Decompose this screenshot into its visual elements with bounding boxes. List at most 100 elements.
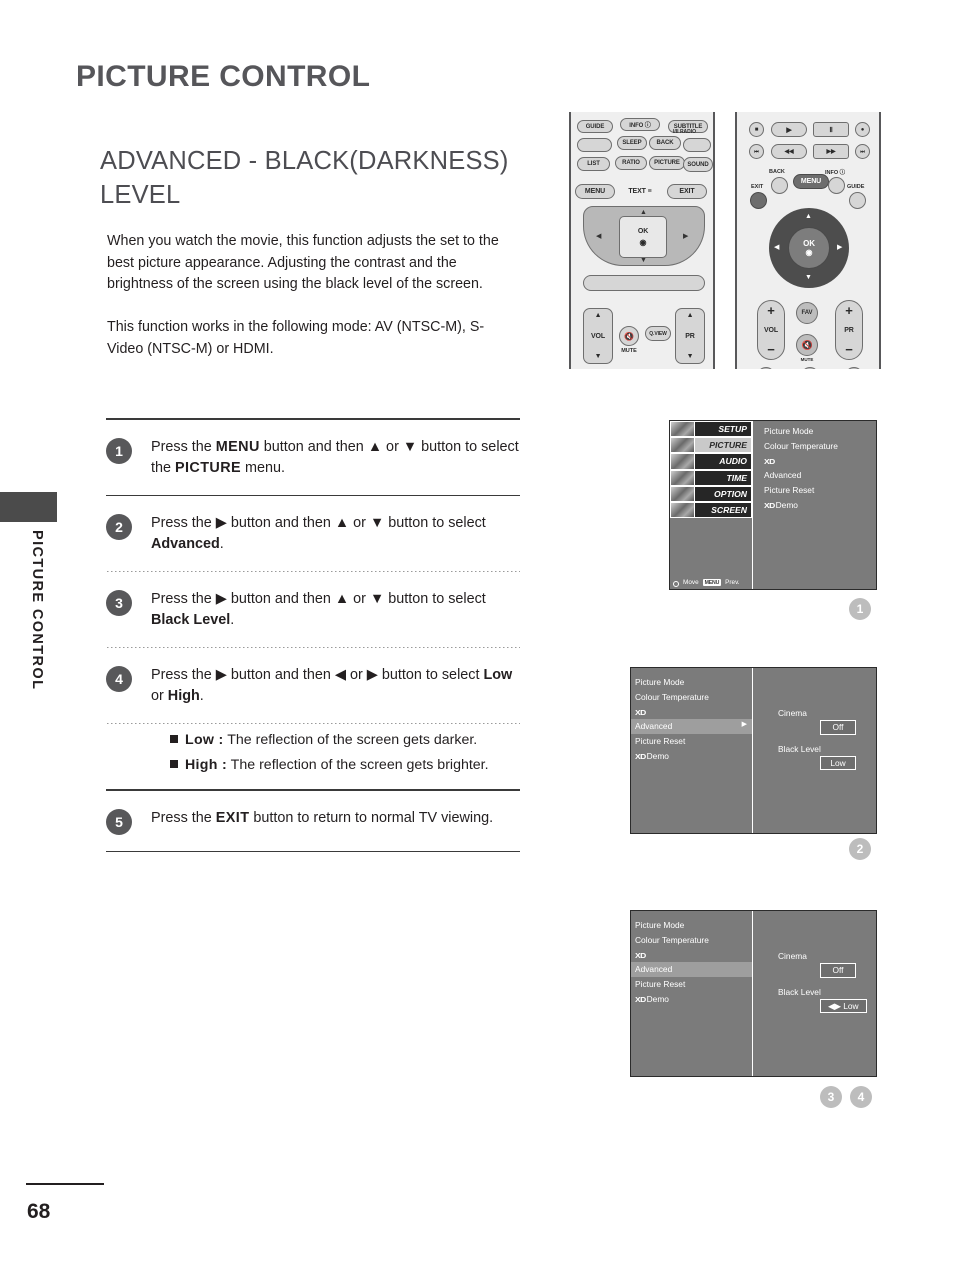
osd-menu-item[interactable]: XD Demo	[760, 498, 876, 513]
remote-sound-button[interactable]: SOUND	[683, 157, 713, 172]
remote-right-icon-r[interactable]: ▶	[837, 244, 842, 251]
remote-vol-up-icon[interactable]: ▲	[595, 312, 602, 319]
remote-guide-button-r[interactable]	[849, 192, 866, 209]
remote-play-button[interactable]: ▶	[771, 122, 807, 137]
remote-vol-rocker[interactable]: ▲ VOL ▼	[583, 308, 613, 364]
osd-menu-item[interactable]: XD	[631, 705, 752, 720]
osd-menu-item-label: Picture Reset	[635, 736, 686, 747]
remote-ok-button[interactable]: OK ◉	[619, 216, 667, 258]
remote-left-icon[interactable]: ◀	[596, 233, 601, 240]
remote-info-button-r[interactable]	[828, 177, 845, 194]
osd-menu-item[interactable]: Colour Temperature	[631, 933, 752, 948]
bullet-term: Low :	[185, 732, 224, 749]
osd1-tab-audio[interactable]: AUDIO	[670, 453, 752, 470]
osd-menu-item[interactable]: XD	[760, 454, 876, 469]
remote-ok-button-r[interactable]: OK ◉	[788, 227, 830, 269]
remote-next-track-button[interactable]: ⏭	[855, 144, 870, 159]
osd-menu-item-label: Picture Reset	[635, 979, 686, 990]
remote-down-icon-r[interactable]: ▼	[805, 274, 812, 281]
remote-pause-button[interactable]: Ⅱ	[813, 122, 849, 137]
remote-stop-button[interactable]: ■	[749, 122, 764, 137]
remote-numpad-2[interactable]	[801, 367, 819, 369]
remote-fastforward-button[interactable]: ▶▶	[813, 144, 849, 159]
remote-prev-track-button[interactable]: ⏮	[749, 144, 764, 159]
osd-menu-item-label: Picture Mode	[635, 920, 685, 930]
remote-vol-rocker-r[interactable]: + VOL −	[757, 300, 785, 360]
step-badge-2: 2	[106, 514, 132, 541]
remote-guide-button[interactable]: GUIDE	[577, 120, 613, 133]
remote-pr-rocker-r[interactable]: + PR −	[835, 300, 863, 360]
remote-exit-button-r[interactable]	[750, 192, 767, 209]
osd3-cinema-value[interactable]: Off	[820, 963, 856, 978]
section-title: ADVANCED - BLACK(DARKNESS) LEVEL	[100, 147, 509, 209]
intro-paragraph-1: When you watch the movie, this function …	[107, 233, 499, 293]
remote-ratio-button[interactable]: RATIO	[615, 156, 647, 170]
remote-wide-bar-button[interactable]	[583, 275, 705, 291]
remote-rewind-button[interactable]: ◀◀	[771, 144, 807, 159]
osd1-move-label: Move	[683, 579, 699, 586]
remote-up-icon-r[interactable]: ▲	[805, 213, 812, 220]
remote-menu-button-r[interactable]: MENU	[793, 174, 829, 189]
osd-menu-item[interactable]: XD	[631, 948, 752, 963]
osd2-cinema-value[interactable]: Off	[820, 720, 856, 735]
osd3-cinema-value-wrap: Off	[754, 963, 876, 978]
remote-left-icon-r[interactable]: ◀	[774, 244, 779, 251]
osd-menu-item[interactable]: Advanced	[631, 962, 752, 978]
remote-numpad-3[interactable]	[845, 367, 863, 369]
remote-text-button[interactable]: TEXT ≡	[619, 184, 661, 199]
remote-numpad-1[interactable]	[757, 367, 775, 369]
osd-menu-item[interactable]: Picture Reset	[631, 734, 752, 749]
remote-info-button[interactable]: INFO ⓘ	[620, 118, 660, 131]
osd-menu-item[interactable]: Picture Reset	[631, 977, 752, 992]
bullet-desc: The reflection of the screen gets darker…	[223, 732, 478, 749]
osd-menu-item[interactable]: Advanced ▶	[631, 719, 752, 735]
remote-up-icon[interactable]: ▲	[640, 209, 647, 216]
remote-pr-plus-icon[interactable]: +	[845, 303, 853, 318]
osd1-tab-setup[interactable]: SETUP	[670, 421, 752, 438]
osd1-tab-time[interactable]: TIME	[670, 469, 752, 486]
remote-record-button[interactable]: ●	[855, 122, 870, 137]
osd-menu-item[interactable]: Picture Reset	[760, 483, 876, 498]
osd-menu-item[interactable]: XD Demo	[631, 992, 752, 1007]
osd-menu-item[interactable]: Advanced	[760, 468, 876, 483]
osd1-tab-picture[interactable]: PICTURE	[670, 437, 752, 454]
remote-exit-button[interactable]: EXIT	[667, 184, 707, 199]
remote-vol-minus-icon[interactable]: −	[767, 342, 775, 357]
remote-right-icon[interactable]: ▶	[683, 233, 688, 240]
chapter-title: PICTURE CONTROL	[76, 60, 371, 93]
osd-menu-item[interactable]: Colour Temperature	[760, 439, 876, 454]
remote-vol-down-icon[interactable]: ▼	[595, 353, 602, 360]
remote-pr-minus-icon[interactable]: −	[845, 342, 853, 357]
remote-qview-button[interactable]: Q.VIEW	[645, 326, 671, 341]
remote-sleep-button[interactable]: SLEEP	[617, 136, 647, 150]
remote-pr-rocker[interactable]: ▲ PR ▼	[675, 308, 705, 364]
remote-list-button[interactable]: LIST	[577, 157, 610, 171]
step-badge-4: 4	[106, 666, 132, 693]
osd-menu-item[interactable]: Picture Mode	[631, 675, 752, 690]
remote-back-button-r[interactable]	[771, 177, 788, 194]
osd1-tab-thumbnail-icon	[670, 501, 694, 519]
remote-vol-plus-icon[interactable]: +	[767, 303, 775, 318]
remote-mute-button[interactable]: 🔇	[619, 326, 639, 346]
osd3-black-level-value[interactable]: ◀▶ Low	[820, 998, 867, 1014]
osd-menu-item[interactable]: Picture Mode	[631, 918, 752, 933]
osd2-black-level-value[interactable]: Low	[820, 755, 856, 771]
step-badge-5: 5	[106, 808, 132, 835]
remote-fav-button[interactable]: FAV	[796, 302, 818, 324]
osd-menu-item[interactable]: Picture Mode	[760, 424, 876, 439]
remote-back-button[interactable]: BACK	[649, 136, 681, 150]
remote-pr-down-icon[interactable]: ▼	[687, 353, 694, 360]
osd-menu-item[interactable]: XD Demo	[631, 749, 752, 764]
remote-menu-button[interactable]: MENU	[575, 184, 615, 199]
remote-radio-button[interactable]	[683, 138, 711, 152]
step-divider-5	[106, 850, 520, 853]
osd1-tab-screen[interactable]: SCREEN	[670, 501, 752, 519]
remote-blank-left-button[interactable]	[577, 138, 612, 152]
remote-down-icon[interactable]: ▼	[640, 257, 647, 264]
osd-menu-item[interactable]: Colour Temperature	[631, 690, 752, 705]
remote-picture-button[interactable]: PICTURE	[649, 156, 685, 170]
remote-ok-dot-icon-r: ◉	[805, 248, 813, 257]
remote-pr-up-icon[interactable]: ▲	[687, 312, 694, 319]
osd1-tab-option[interactable]: OPTION	[670, 485, 752, 502]
remote-mute-button-r[interactable]: 🔇	[796, 334, 818, 356]
